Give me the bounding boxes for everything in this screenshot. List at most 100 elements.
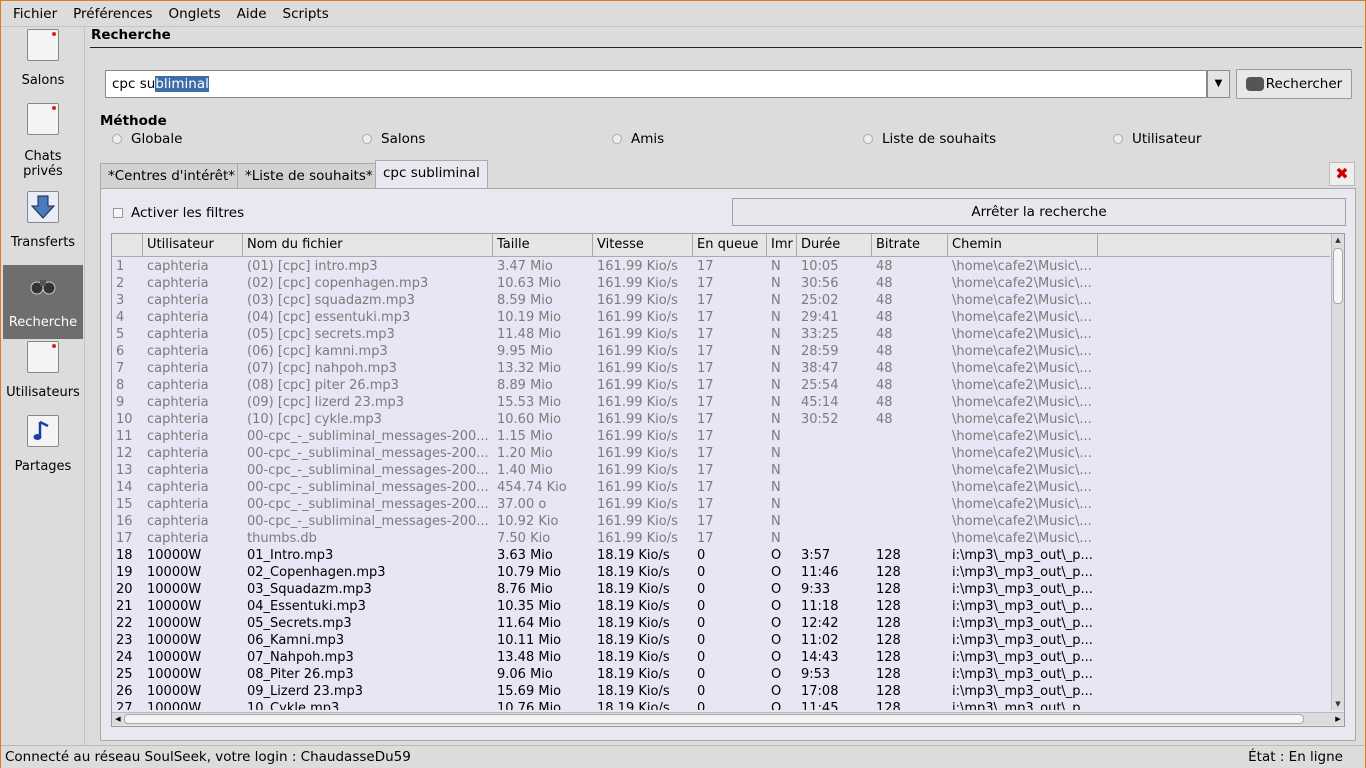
sidebar-label: Utilisateurs — [6, 385, 80, 400]
col-header-num[interactable] — [112, 234, 143, 257]
sidebar-item-chats[interactable]: Chats privés — [3, 103, 83, 179]
scroll-thumb[interactable] — [1333, 248, 1343, 304]
col-header-taille[interactable]: Taille — [493, 234, 593, 257]
cell-utilisateur: 10000W — [147, 667, 202, 682]
col-header-imr[interactable]: Imr — [767, 234, 797, 257]
cell-taille: 10.19 Mio — [497, 310, 562, 325]
cell-chemin: \home\cafe2\Music\... — [952, 514, 1092, 529]
vertical-scrollbar[interactable]: ▲ ▼ — [1331, 234, 1344, 710]
table-row[interactable]: 20 10000W 03_Squadazm.mp3 8.76 Mio 18.19 Kio… — [112, 581, 1330, 598]
col-header-duree[interactable]: Durée — [797, 234, 872, 257]
table-row[interactable]: 16 caphteria 00-cpc_-_subliminal_messages-… — [112, 513, 1330, 530]
cell-fichier: 00-cpc_-_subliminal_messages-200... — [247, 446, 489, 461]
menu-scripts[interactable]: Scripts — [275, 6, 337, 22]
table-row[interactable]: 6 caphteria (06) [cpc] kamni.mp3 9.95 Mio 16… — [112, 343, 1330, 360]
cell-duree: 11:18 — [801, 599, 839, 614]
search-history-dropdown[interactable]: ▼ — [1207, 70, 1230, 98]
cell-chemin: \home\cafe2\Music\... — [952, 429, 1092, 444]
scroll-up-icon[interactable]: ▲ — [1332, 235, 1344, 245]
sidebar-item-utilisateurs[interactable]: Utilisateurs — [3, 341, 83, 405]
table-row[interactable]: 3 caphteria (03) [cpc] squadazm.mp3 8.59 Mi… — [112, 292, 1330, 309]
radio-globale[interactable]: Globale — [112, 131, 182, 147]
table-row[interactable]: 26 10000W 09_Lizerd 23.mp3 15.69 Mio 18.19 K… — [112, 683, 1330, 700]
table-row[interactable]: 22 10000W 05_Secrets.mp3 11.64 Mio 18.19 Kio… — [112, 615, 1330, 632]
stop-search-button[interactable]: Arrêter la recherche — [732, 198, 1346, 226]
table-row[interactable]: 4 caphteria (04) [cpc] essentuki.mp3 10.19 … — [112, 309, 1330, 326]
cell-bitrate: 48 — [876, 327, 893, 342]
radio-label: Utilisateur — [1132, 131, 1202, 147]
table-row[interactable]: 12 caphteria 00-cpc_-_subliminal_messages-… — [112, 445, 1330, 462]
table-row[interactable]: 23 10000W 06_Kamni.mp3 10.11 Mio 18.19 Kio/s… — [112, 632, 1330, 649]
tab-cpc-subliminal[interactable]: cpc subliminal — [375, 160, 488, 188]
scroll-left-icon[interactable]: ◀ — [113, 713, 123, 725]
table-row[interactable]: 9 caphteria (09) [cpc] lizerd 23.mp3 15.53 … — [112, 394, 1330, 411]
col-header-chemin[interactable]: Chemin — [948, 234, 1098, 257]
radio-salons[interactable]: Salons — [362, 131, 425, 147]
tab-centres-interet[interactable]: *Centres d'intérêt* — [100, 163, 244, 189]
horizontal-scrollbar[interactable]: ◀ ▶ — [112, 712, 1344, 725]
cell-imr: N — [771, 276, 781, 291]
menu-onglets[interactable]: Onglets — [161, 6, 229, 22]
table-row[interactable]: 21 10000W 04_Essentuki.mp3 10.35 Mio 18.19 K… — [112, 598, 1330, 615]
filters-checkbox[interactable]: Activer les filtres — [113, 205, 244, 221]
scroll-thumb[interactable] — [124, 714, 1304, 724]
table-row[interactable]: 8 caphteria (08) [cpc] piter 26.mp3 8.89 Mi… — [112, 377, 1330, 394]
cell-utilisateur: caphteria — [147, 463, 209, 478]
col-header-vitesse[interactable]: Vitesse — [593, 234, 693, 257]
table-row[interactable]: 11 caphteria 00-cpc_-_subliminal_messages-… — [112, 428, 1330, 445]
menu-preferences[interactable]: Préférences — [65, 6, 160, 22]
col-header-utilisateur[interactable]: Utilisateur — [143, 234, 243, 257]
table-row[interactable]: 14 caphteria 00-cpc_-_subliminal_messages-… — [112, 479, 1330, 496]
sidebar: Salons Chats privés Transferts Recherche… — [1, 27, 85, 745]
cell-duree: 30:56 — [801, 276, 839, 291]
cell-num: 18 — [116, 548, 133, 563]
search-input[interactable]: cpc subliminal — [105, 70, 1207, 98]
sidebar-item-recherche[interactable]: Recherche — [3, 265, 83, 339]
col-header-en-queue[interactable]: En queue — [693, 234, 767, 257]
table-row[interactable]: 15 caphteria 00-cpc_-_subliminal_messages-… — [112, 496, 1330, 513]
cell-chemin: \home\cafe2\Music\... — [952, 446, 1092, 461]
tab-liste-souhaits[interactable]: *Liste de souhaits* — [237, 163, 381, 189]
table-row[interactable]: 24 10000W 07_Nahpoh.mp3 13.48 Mio 18.19 Kio/… — [112, 649, 1330, 666]
scroll-down-icon[interactable]: ▼ — [1332, 699, 1344, 709]
col-header-fichier[interactable]: Nom du fichier — [243, 234, 493, 257]
menu-fichier[interactable]: Fichier — [5, 6, 65, 22]
cell-utilisateur: 10000W — [147, 650, 202, 665]
cell-taille: 8.76 Mio — [497, 582, 553, 597]
sidebar-item-transferts[interactable]: Transferts — [3, 191, 83, 253]
radio-utilisateur[interactable]: Utilisateur — [1113, 131, 1201, 147]
cell-en-queue: 0 — [697, 616, 706, 631]
close-tab-button[interactable]: ✖ — [1329, 162, 1355, 186]
cell-duree: 11:02 — [801, 633, 839, 648]
radio-liste-souhaits[interactable]: Liste de souhaits — [863, 131, 996, 147]
radio-amis[interactable]: Amis — [612, 131, 664, 147]
table-row[interactable]: 2 caphteria (02) [cpc] copenhagen.mp3 10.63… — [112, 275, 1330, 292]
table-row[interactable]: 13 caphteria 00-cpc_-_subliminal_messages-… — [112, 462, 1330, 479]
table-row[interactable]: 19 10000W 02_Copenhagen.mp3 10.79 Mio 18.19 … — [112, 564, 1330, 581]
cell-duree: 3:57 — [801, 548, 831, 563]
table-row[interactable]: 7 caphteria (07) [cpc] nahpoh.mp3 13.32 Mio… — [112, 360, 1330, 377]
table-row[interactable]: 18 10000W 01_Intro.mp3 3.63 Mio 18.19 Kio/s 0… — [112, 547, 1330, 564]
cell-num: 20 — [116, 582, 133, 597]
cell-en-queue: 17 — [697, 412, 714, 427]
table-row[interactable]: 27 10000W 10_Cykle.mp3 10.76 Mio 18.19 Kio/s… — [112, 700, 1330, 710]
search-button[interactable]: Rechercher — [1236, 69, 1352, 99]
sidebar-item-salons[interactable]: Salons — [3, 29, 83, 93]
table-row[interactable]: 10 caphteria (10) [cpc] cykle.mp3 10.60 Mio… — [112, 411, 1330, 428]
table-row[interactable]: 1 caphteria (01) [cpc] intro.mp3 3.47 Mio 16… — [112, 258, 1330, 275]
table-row[interactable]: 17 caphteria thumbs.db 7.50 Kio 161.99 Kio/s… — [112, 530, 1330, 547]
menu-aide[interactable]: Aide — [229, 6, 275, 22]
table-row[interactable]: 5 caphteria (05) [cpc] secrets.mp3 11.48 Mi… — [112, 326, 1330, 343]
cell-utilisateur: caphteria — [147, 293, 209, 308]
cell-vitesse: 18.19 Kio/s — [597, 667, 670, 682]
cell-imr: N — [771, 480, 781, 495]
status-connection: Connecté au réseau SoulSeek, votre login… — [5, 749, 411, 765]
cell-utilisateur: 10000W — [147, 582, 202, 597]
cell-en-queue: 17 — [697, 293, 714, 308]
sidebar-item-partages[interactable]: Partages — [3, 415, 83, 479]
cell-num: 6 — [116, 344, 125, 359]
scroll-right-icon[interactable]: ▶ — [1333, 713, 1343, 725]
col-header-bitrate[interactable]: Bitrate — [872, 234, 948, 257]
cell-fichier: (04) [cpc] essentuki.mp3 — [247, 310, 411, 325]
table-row[interactable]: 25 10000W 08_Piter 26.mp3 9.06 Mio 18.19 Kio… — [112, 666, 1330, 683]
